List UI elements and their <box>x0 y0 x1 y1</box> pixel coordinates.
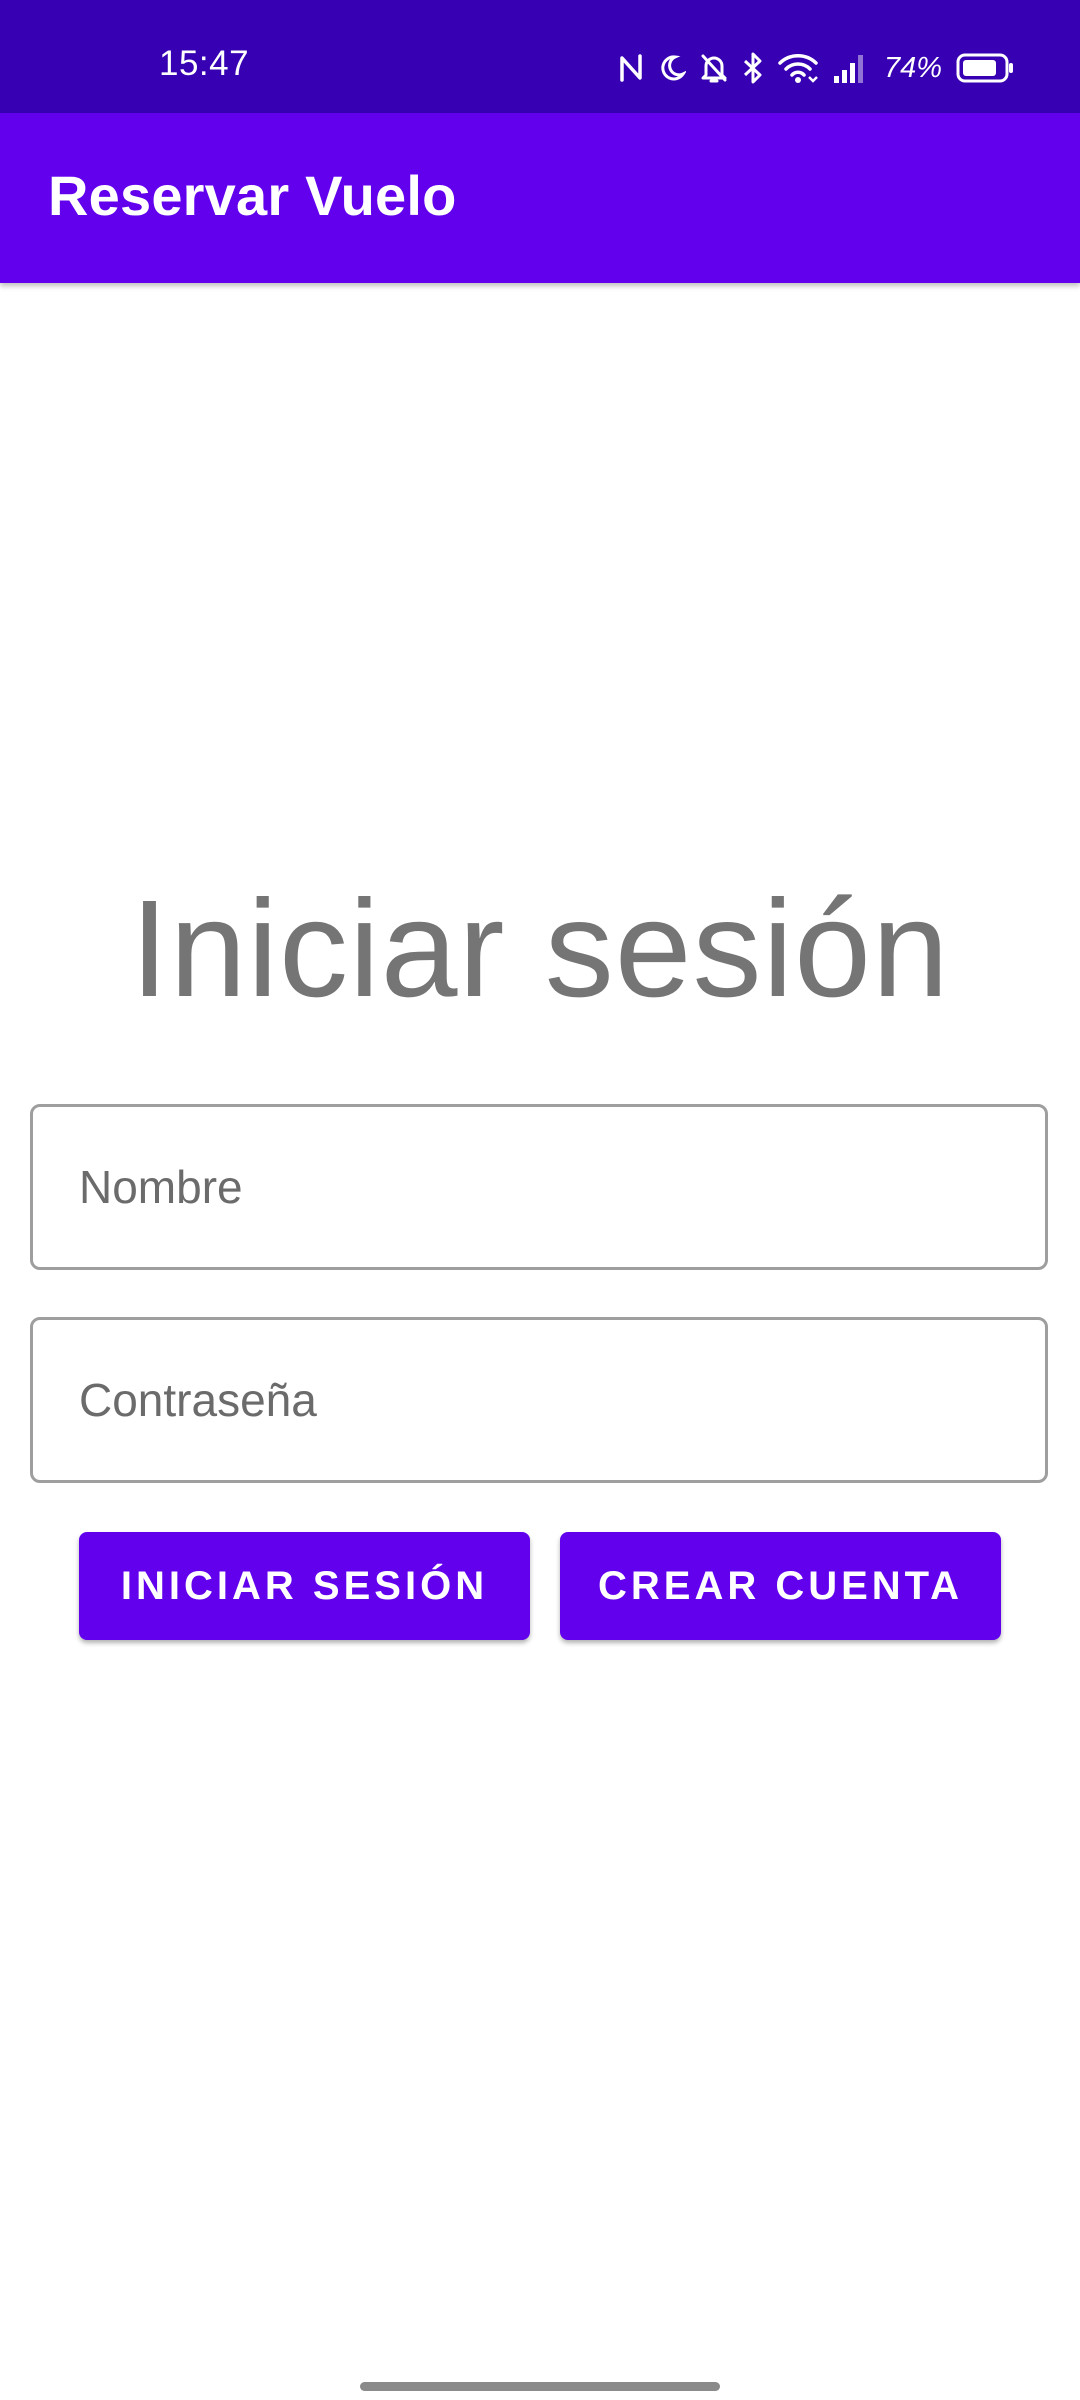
login-heading: Iniciar sesión <box>130 872 950 1026</box>
home-indicator[interactable] <box>360 2382 720 2391</box>
battery-percent: 74% <box>883 51 942 84</box>
login-button[interactable]: INICIAR SESIÓN <box>79 1532 530 1640</box>
signal-icon <box>832 52 868 84</box>
do-not-disturb-moon-icon <box>658 53 686 83</box>
app-title: Reservar Vuelo <box>48 164 457 227</box>
password-input[interactable] <box>33 1320 1045 1480</box>
name-field <box>30 1104 1048 1270</box>
login-screen: 15:47 74% Reservar Vuelo Iniciar sesión … <box>0 0 1080 2400</box>
nfc-icon <box>618 53 644 83</box>
app-bar: Reservar Vuelo <box>0 113 1080 283</box>
status-icons: 74% <box>618 48 1014 88</box>
status-time: 15:47 <box>159 44 250 83</box>
notifications-off-icon <box>700 52 728 84</box>
wifi-icon <box>778 52 818 84</box>
name-input[interactable] <box>33 1107 1045 1267</box>
create-account-button[interactable]: CREAR CUENTA <box>560 1532 1001 1640</box>
battery-icon <box>956 52 1014 84</box>
bluetooth-icon <box>742 52 764 84</box>
password-field <box>30 1317 1048 1483</box>
status-bar: 15:47 74% <box>0 0 1080 113</box>
